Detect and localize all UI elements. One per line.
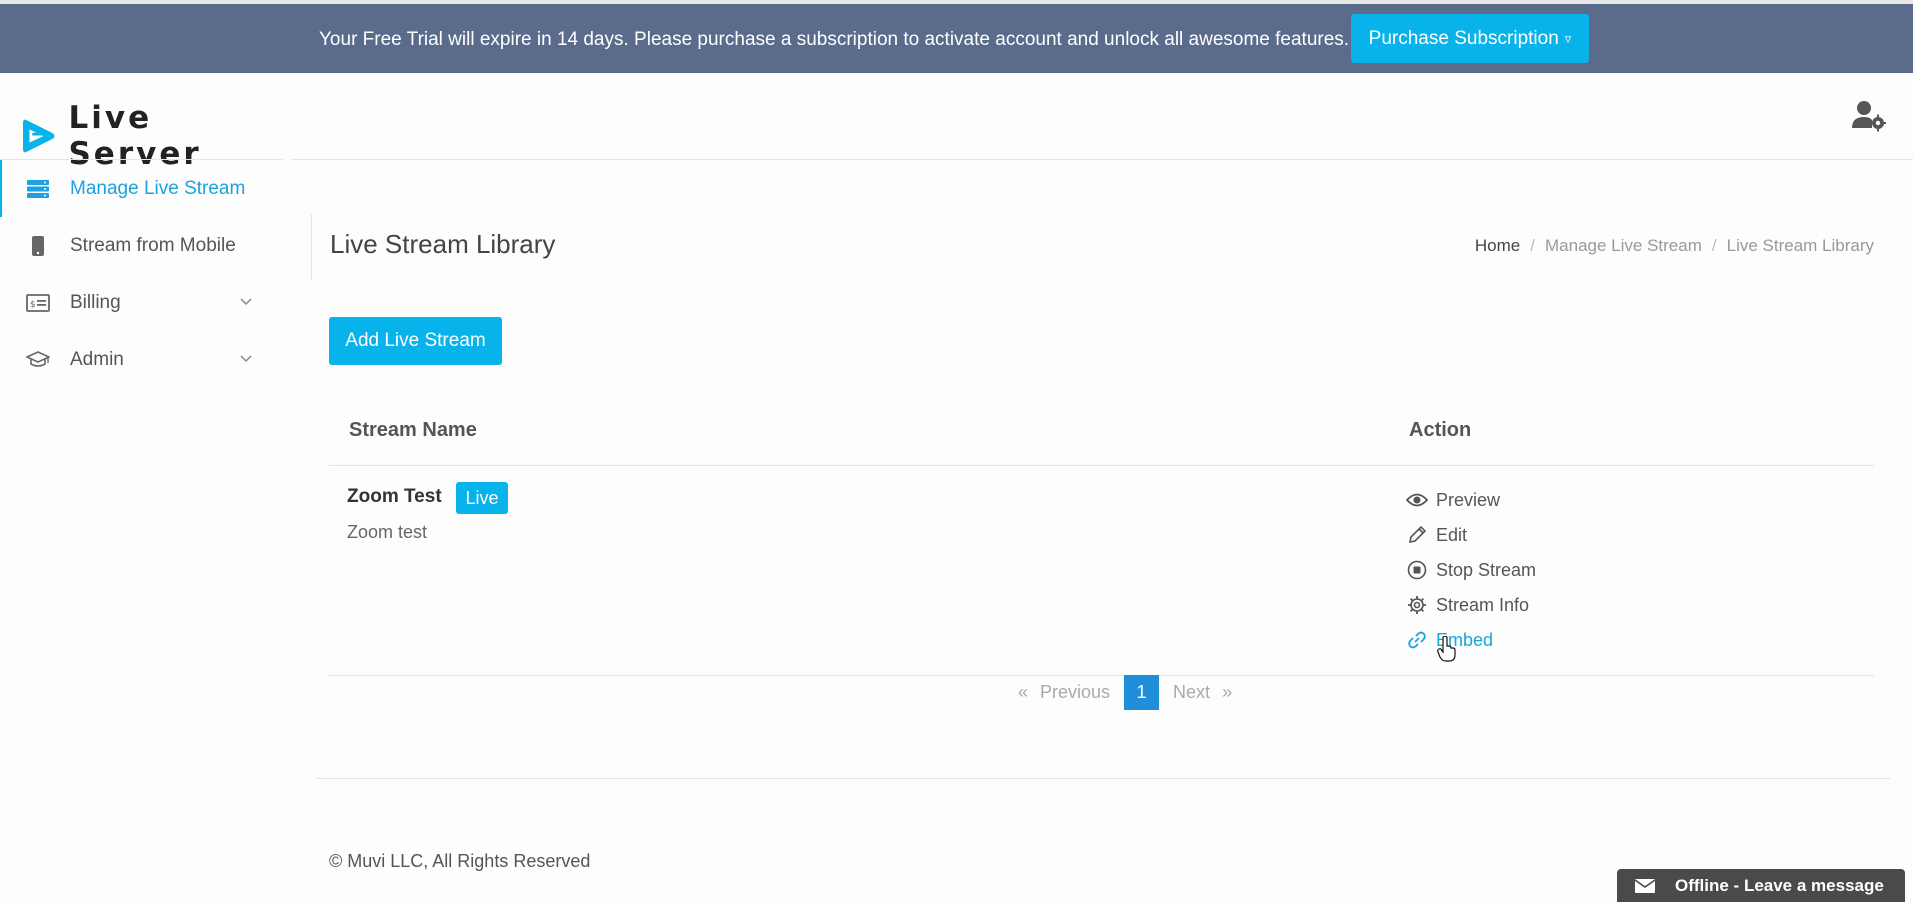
purchase-subscription-button[interactable]: Purchase Subscription ▿ xyxy=(1351,14,1589,63)
sidebar-item-label: Billing xyxy=(70,291,121,313)
sidebar-item-admin[interactable]: Admin xyxy=(0,331,283,388)
gear-icon xyxy=(1406,594,1428,616)
edit-action[interactable]: Edit xyxy=(1406,524,1467,546)
header-divider xyxy=(291,159,1913,160)
embed-action[interactable]: Embed xyxy=(1406,629,1493,651)
mail-icon xyxy=(1635,878,1655,893)
graduation-cap-icon xyxy=(26,348,50,372)
action-label: Stream Info xyxy=(1436,594,1530,615)
breadcrumb-separator: / xyxy=(1711,236,1717,255)
trial-banner: Your Free Trial will expire in 14 days. … xyxy=(0,4,1913,73)
external-caret-icon: ▿ xyxy=(1564,30,1572,46)
page-title: Live Stream Library xyxy=(330,229,556,259)
pencil-icon xyxy=(1406,524,1428,546)
pagination-next[interactable]: Next » xyxy=(1173,682,1232,703)
breadcrumb-separator: / xyxy=(1530,236,1535,255)
status-badge: Live xyxy=(456,482,508,514)
footer-divider xyxy=(316,778,1890,779)
action-label: Embed xyxy=(1436,629,1494,650)
user-gear-icon[interactable] xyxy=(1852,100,1886,132)
stop-stream-action[interactable]: Stop Stream xyxy=(1406,559,1536,581)
pagination-previous-label: Previous xyxy=(1040,682,1111,702)
add-live-stream-button[interactable]: Add Live Stream xyxy=(329,317,502,365)
server-icon xyxy=(26,177,50,201)
live-server-logo-icon xyxy=(23,119,55,153)
stream-description: Zoom test xyxy=(347,522,428,542)
billing-card-icon: $ xyxy=(26,291,50,315)
svg-text:$: $ xyxy=(30,300,36,310)
pagination-next-label: Next xyxy=(1173,682,1211,702)
sidebar-item-label: Manage Live Stream xyxy=(70,177,246,199)
sidebar: Live Server Manage Live Stream Stream fr… xyxy=(0,73,283,902)
chat-label: Offline - Leave a message xyxy=(1675,875,1884,895)
double-left-icon: « xyxy=(1018,682,1029,702)
copyright: © Muvi LLC, All Rights Reserved xyxy=(329,851,591,871)
column-header-action: Action xyxy=(1409,419,1472,441)
trial-message: Your Free Trial will expire in 14 days. … xyxy=(319,29,1350,50)
eye-icon xyxy=(1406,489,1428,511)
sidebar-nav: Manage Live Stream Stream from Mobile $ xyxy=(0,160,283,388)
stream-info-action[interactable]: Stream Info xyxy=(1406,594,1529,616)
stream-name: Zoom Test xyxy=(347,486,442,507)
sidebar-item-label: Admin xyxy=(70,348,124,370)
pagination: « Previous 1 Next » xyxy=(1010,675,1232,710)
breadcrumb-current: Live Stream Library xyxy=(1726,236,1874,255)
purchase-subscription-label: Purchase Subscription xyxy=(1368,27,1559,49)
double-right-icon: » xyxy=(1222,682,1233,702)
mobile-icon xyxy=(26,234,50,258)
title-bar-border xyxy=(311,214,312,280)
action-label: Edit xyxy=(1436,524,1468,545)
chevron-down-icon xyxy=(240,298,252,306)
sidebar-item-billing[interactable]: $ Billing xyxy=(0,274,283,331)
sidebar-item-stream-from-mobile[interactable]: Stream from Mobile xyxy=(0,217,283,274)
breadcrumb-home[interactable]: Home xyxy=(1475,236,1520,256)
offline-chat-widget[interactable]: Offline - Leave a message xyxy=(1617,869,1905,902)
action-label: Preview xyxy=(1436,489,1501,510)
link-icon xyxy=(1406,629,1428,651)
sidebar-item-label: Stream from Mobile xyxy=(70,234,236,256)
breadcrumb: Home / Manage Live Stream / Live Stream … xyxy=(1475,236,1874,256)
pagination-previous[interactable]: « Previous xyxy=(1018,682,1110,703)
table-header-divider xyxy=(329,465,1874,466)
action-label: Stop Stream xyxy=(1436,559,1537,580)
stop-circle-icon xyxy=(1406,559,1428,581)
pagination-page-1[interactable]: 1 xyxy=(1124,675,1160,710)
breadcrumb-manage-live-stream[interactable]: Manage Live Stream xyxy=(1545,236,1702,256)
sidebar-item-manage-live-stream[interactable]: Manage Live Stream xyxy=(0,160,283,217)
chevron-down-icon xyxy=(240,355,252,363)
column-header-stream-name: Stream Name xyxy=(349,419,477,441)
preview-action[interactable]: Preview xyxy=(1406,489,1500,511)
